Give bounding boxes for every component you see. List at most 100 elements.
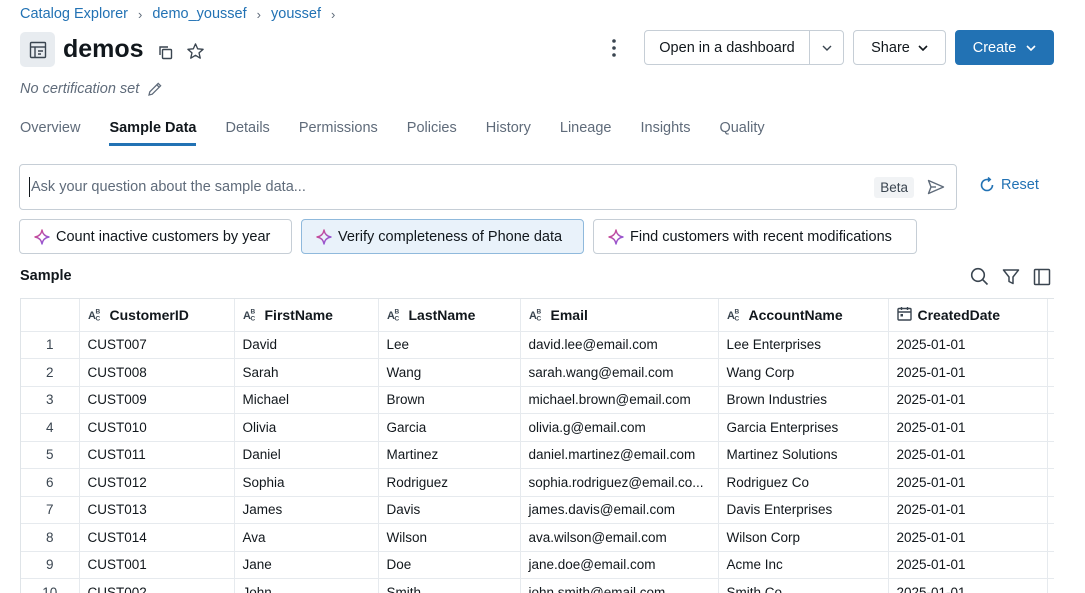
cell-createddate: 2025-01-01 bbox=[888, 358, 1048, 387]
cell-accountname: Garcia Enterprises bbox=[718, 413, 889, 442]
cell-overflow bbox=[1047, 441, 1054, 469]
column-header-label: FirstName bbox=[264, 306, 333, 323]
cell-firstname: John bbox=[234, 578, 379, 593]
table-row[interactable]: 10 CUST002 John Smith john.smith@email.com Sm… bbox=[21, 578, 1054, 593]
cell-lastname: Wilson bbox=[378, 523, 521, 552]
chevron-right-icon: › bbox=[330, 6, 336, 22]
cell-lastname: Davis bbox=[378, 496, 521, 524]
tab-details[interactable]: Details bbox=[225, 120, 269, 146]
suggestion-label: Find customers with recent modifications bbox=[630, 228, 892, 245]
sample-data-table: A B C CustomerID A B C FirstName A B C LastName A B C E… bbox=[20, 298, 1054, 593]
side-panel-icon[interactable] bbox=[1031, 266, 1052, 287]
suggestion-chip[interactable]: Verify completeness of Phone data bbox=[301, 219, 584, 254]
string-type-icon: ABC bbox=[387, 307, 403, 323]
page-title: demos bbox=[63, 35, 144, 63]
suggestion-chip[interactable]: Count inactive customers by year bbox=[19, 219, 292, 254]
cell-accountname: Lee Enterprises bbox=[718, 331, 889, 359]
cell-createddate: 2025-01-01 bbox=[888, 551, 1048, 579]
pencil-icon[interactable] bbox=[147, 81, 163, 97]
breadcrumb: Catalog Explorer › demo_youssef › yousse… bbox=[20, 6, 345, 22]
cell-overflow bbox=[1047, 578, 1054, 593]
filter-icon[interactable] bbox=[1000, 266, 1021, 287]
row-number: 2 bbox=[21, 358, 80, 387]
tab-lineage[interactable]: Lineage bbox=[560, 120, 612, 146]
table-row[interactable]: 9 CUST001 Jane Doe jane.doe@email.com Acme In… bbox=[21, 551, 1054, 579]
share-button[interactable]: Share bbox=[853, 30, 946, 65]
cell-lastname: Lee bbox=[378, 331, 521, 359]
open-in-dashboard-button[interactable]: Open in a dashboard bbox=[644, 30, 810, 65]
tab-sample-data[interactable]: Sample Data bbox=[109, 120, 197, 146]
column-header-label: AccountName bbox=[748, 306, 843, 323]
share-button-label: Share bbox=[871, 39, 910, 56]
cell-lastname: Wang bbox=[378, 358, 521, 387]
column-header-firstname[interactable]: A B C FirstName bbox=[234, 299, 379, 332]
string-type-icon: ABC bbox=[529, 307, 545, 323]
beta-badge: Beta bbox=[874, 176, 914, 198]
search-icon[interactable] bbox=[969, 266, 990, 287]
cell-createddate: 2025-01-01 bbox=[888, 441, 1048, 469]
cell-accountname: Davis Enterprises bbox=[718, 496, 889, 524]
open-in-dashboard-dropdown-button[interactable] bbox=[809, 30, 844, 65]
cell-customerid: CUST008 bbox=[79, 358, 235, 387]
reset-button[interactable]: Reset bbox=[979, 177, 1039, 193]
tab-policies[interactable]: Policies bbox=[407, 120, 457, 146]
row-number: 5 bbox=[21, 441, 80, 469]
cell-customerid: CUST009 bbox=[79, 386, 235, 414]
cell-createddate: 2025-01-01 bbox=[888, 578, 1048, 593]
table-row[interactable]: 6 CUST012 Sophia Rodriguez sophia.rodriguez@… bbox=[21, 468, 1054, 497]
table-row[interactable]: 7 CUST013 James Davis james.davis@email.com D… bbox=[21, 496, 1054, 524]
copy-icon[interactable] bbox=[154, 41, 176, 63]
more-options-icon[interactable] bbox=[604, 36, 624, 60]
sample-heading: Sample bbox=[20, 268, 72, 284]
table-row[interactable]: 5 CUST011 Daniel Martinez daniel.martinez@em… bbox=[21, 441, 1054, 469]
chevron-right-icon: › bbox=[138, 6, 143, 22]
reset-label: Reset bbox=[1001, 177, 1039, 193]
table-row[interactable]: 8 CUST014 Ava Wilson ava.wilson@email.com Wil… bbox=[21, 523, 1054, 552]
table-row[interactable]: 4 CUST010 Olivia Garcia olivia.g@email.com Ga… bbox=[21, 413, 1054, 442]
row-number: 1 bbox=[21, 331, 80, 359]
cell-email: daniel.martinez@email.com bbox=[520, 441, 719, 469]
star-icon[interactable] bbox=[184, 40, 206, 62]
cell-email: david.lee@email.com bbox=[520, 331, 719, 359]
table-row[interactable]: 1 CUST007 David Lee david.lee@email.com Lee E… bbox=[21, 331, 1054, 359]
tab-permissions[interactable]: Permissions bbox=[299, 120, 378, 146]
tab-insights[interactable]: Insights bbox=[640, 120, 690, 146]
svg-text:B: B bbox=[95, 308, 100, 315]
column-header-accountname[interactable]: A B C AccountName bbox=[718, 299, 889, 332]
cell-overflow bbox=[1047, 468, 1054, 497]
cell-overflow bbox=[1047, 523, 1054, 552]
breadcrumb-item-catalog[interactable]: demo_youssef bbox=[152, 6, 246, 22]
tab-overview[interactable]: Overview bbox=[20, 120, 80, 146]
breadcrumb-item-catalog-explorer[interactable]: Catalog Explorer bbox=[20, 6, 128, 22]
row-number: 9 bbox=[21, 551, 80, 579]
table-row[interactable]: 2 CUST008 Sarah Wang sarah.wang@email.com Wan… bbox=[21, 358, 1054, 387]
column-header-customerid[interactable]: A B C CustomerID bbox=[79, 299, 235, 332]
tab-history[interactable]: History bbox=[486, 120, 531, 146]
cell-lastname: Smith bbox=[378, 578, 521, 593]
cell-customerid: CUST014 bbox=[79, 523, 235, 552]
row-number: 4 bbox=[21, 413, 80, 442]
chevron-down-icon bbox=[1026, 44, 1036, 51]
table-toolbar bbox=[969, 266, 1052, 287]
cell-firstname: Sarah bbox=[234, 358, 379, 387]
column-header-lastname[interactable]: A B C LastName bbox=[378, 299, 521, 332]
row-number: 8 bbox=[21, 523, 80, 552]
table-row[interactable]: 3 CUST009 Michael Brown michael.brown@email.… bbox=[21, 386, 1054, 414]
tab-quality[interactable]: Quality bbox=[719, 120, 764, 146]
row-number-header bbox=[21, 299, 80, 332]
svg-text:C: C bbox=[536, 315, 541, 321]
cell-overflow bbox=[1047, 551, 1054, 579]
create-button[interactable]: Create bbox=[955, 30, 1054, 65]
cell-email: john.smith@email.com bbox=[520, 578, 719, 593]
column-header-email[interactable]: A B C Email bbox=[520, 299, 719, 332]
create-button-label: Create bbox=[972, 39, 1017, 56]
sparkle-icon bbox=[316, 228, 332, 245]
cell-accountname: Acme Inc bbox=[718, 551, 889, 579]
ask-question-input[interactable] bbox=[29, 177, 875, 197]
send-icon[interactable] bbox=[926, 177, 946, 197]
suggestion-chip[interactable]: Find customers with recent modifications bbox=[593, 219, 917, 254]
column-header-createddate[interactable]: CreatedDate bbox=[888, 299, 1048, 332]
breadcrumb-item-schema[interactable]: youssef bbox=[271, 6, 321, 22]
column-header-label: Email bbox=[550, 306, 588, 323]
cell-email: michael.brown@email.com bbox=[520, 386, 719, 414]
